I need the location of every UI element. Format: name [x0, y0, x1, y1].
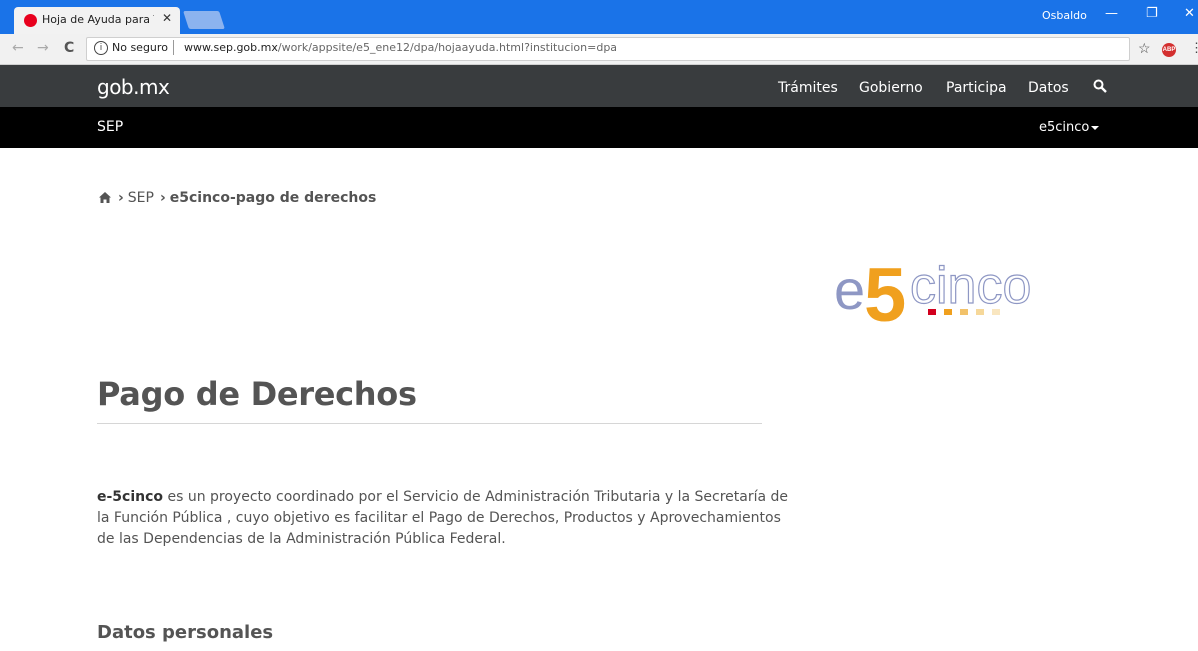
site-logo[interactable]: gob.mx: [97, 75, 170, 99]
logo-square-1: [928, 309, 936, 315]
close-window-icon[interactable]: ✕: [1184, 6, 1195, 21]
logo-square-5: [992, 309, 1000, 315]
restore-icon[interactable]: ❐: [1146, 6, 1158, 21]
url-path: /work/appsite/e5_ene12/dpa/hojaayuda.htm…: [277, 41, 618, 54]
sub-header-title[interactable]: SEP: [97, 119, 123, 135]
e5cinco-logo: e 5 cinco: [834, 255, 1032, 335]
logo-letter-e: e: [834, 258, 865, 321]
security-label[interactable]: No seguro: [112, 41, 168, 54]
dropdown-label: e5cinco: [1039, 120, 1090, 135]
reload-icon[interactable]: C: [64, 40, 74, 56]
browser-tab[interactable]: Hoja de Ayuda para Trám ✕: [14, 7, 180, 34]
chevron-right-icon: ›: [118, 190, 124, 206]
caret-down-icon: [1091, 125, 1100, 130]
url-separator: [173, 40, 174, 55]
tab-close-icon[interactable]: ✕: [162, 11, 172, 25]
profile-name[interactable]: Osbaldo: [1042, 9, 1087, 22]
e5cinco-dropdown[interactable]: e5cinco: [1039, 120, 1100, 135]
search-icon[interactable]: [1093, 79, 1107, 98]
omnibox[interactable]: i No seguro www.sep.gob.mx/work/appsite/…: [86, 37, 1130, 61]
chevron-right-icon: ›: [159, 190, 166, 206]
site-header: gob.mx Trámites Gobierno Participa Datos: [0, 65, 1198, 107]
logo-square-2: [944, 309, 952, 315]
nav-gobierno[interactable]: Gobierno: [859, 80, 923, 96]
breadcrumb-item-sep[interactable]: SEP: [128, 190, 154, 206]
nav-datos[interactable]: Datos: [1028, 80, 1069, 96]
breadcrumb: › SEP › e5cinco-pago de derechos: [98, 190, 376, 208]
section-title-datos-personales: Datos personales: [97, 622, 274, 643]
url-host: www.sep.gob.mx: [184, 41, 278, 54]
logo-square-4: [976, 309, 984, 315]
sub-header: SEP e5cinco: [0, 107, 1198, 148]
logo-digit-5: 5: [864, 255, 906, 335]
intro-paragraph: e-5cinco es un proyecto coordinado por e…: [97, 487, 797, 550]
tab-title: Hoja de Ayuda para Trám: [42, 13, 154, 26]
new-tab-button[interactable]: [183, 11, 225, 29]
intro-bold: e-5cinco: [97, 489, 164, 505]
logo-square-3: [960, 309, 968, 315]
address-bar: ← → C i No seguro www.sep.gob.mx/work/ap…: [0, 34, 1198, 65]
adblock-icon[interactable]: ABP: [1162, 43, 1176, 57]
nav-participa[interactable]: Participa: [946, 80, 1007, 96]
title-divider: [97, 423, 762, 424]
nav-tramites[interactable]: Trámites: [778, 80, 838, 96]
back-icon[interactable]: ←: [12, 40, 24, 56]
info-icon[interactable]: i: [94, 41, 108, 55]
minimize-icon[interactable]: —: [1105, 6, 1118, 21]
url-text[interactable]: www.sep.gob.mx/work/appsite/e5_ene12/dpa…: [184, 41, 617, 54]
forward-icon[interactable]: →: [37, 40, 49, 56]
breadcrumb-item-current: e5cinco-pago de derechos: [169, 190, 377, 206]
browser-menu-icon[interactable]: ⋮: [1190, 40, 1198, 56]
favicon-icon: [24, 14, 37, 27]
home-icon[interactable]: [98, 191, 112, 208]
page-title: Pago de Derechos: [97, 375, 417, 413]
logo-word-cinco: cinco: [910, 257, 1031, 315]
bookmark-star-icon[interactable]: ☆: [1138, 40, 1151, 57]
intro-text: es un proyecto coordinado por el Servici…: [97, 489, 788, 547]
browser-tab-strip: Hoja de Ayuda para Trám ✕ Osbaldo — ❐ ✕: [0, 0, 1198, 34]
